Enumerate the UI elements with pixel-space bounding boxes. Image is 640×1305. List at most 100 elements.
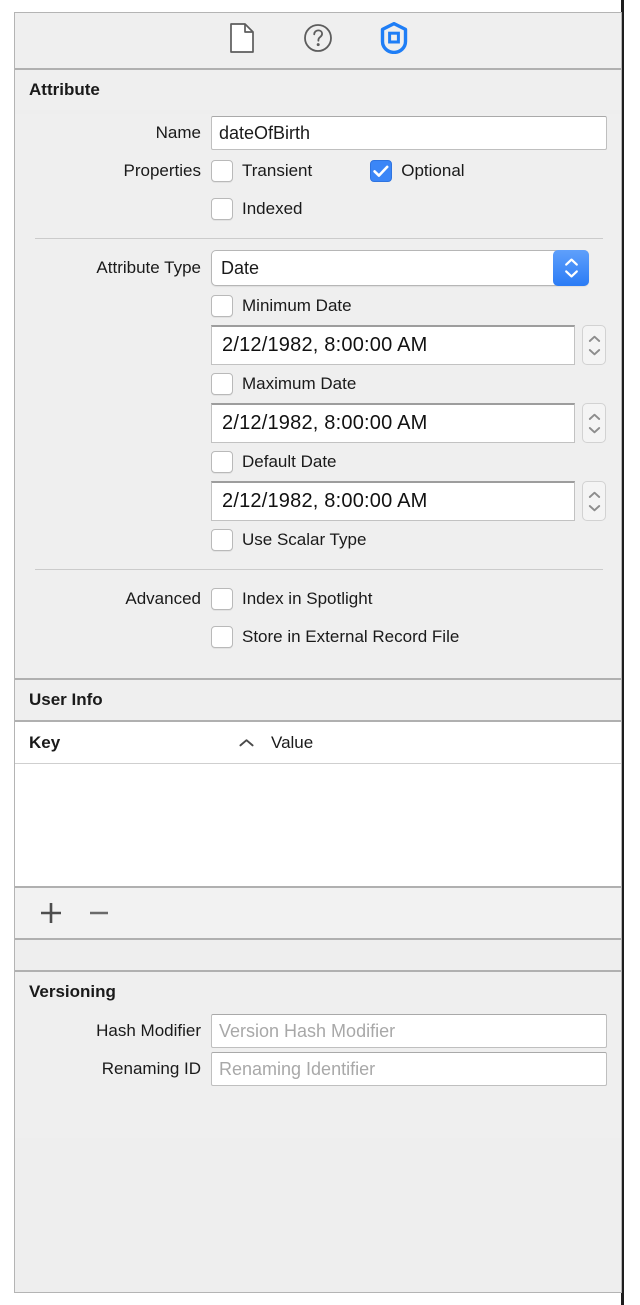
minimum-date-checkbox-item[interactable]: Minimum Date xyxy=(211,295,352,317)
attribute-section-body: Name dateOfBirth Properties Transient Op… xyxy=(15,114,621,678)
plus-icon xyxy=(38,900,64,926)
name-row: Name dateOfBirth xyxy=(15,114,621,152)
default-date-stepper[interactable] xyxy=(582,481,606,521)
index-in-spotlight-label: Index in Spotlight xyxy=(242,589,372,609)
default-date-checkbox-item[interactable]: Default Date xyxy=(211,451,337,473)
add-user-info-button[interactable] xyxy=(31,894,71,932)
stepper-down-icon xyxy=(588,504,601,512)
chevron-up-down-icon[interactable] xyxy=(553,250,589,286)
user-info-section-title: User Info xyxy=(29,690,103,710)
minimum-date-label: Minimum Date xyxy=(242,296,352,316)
default-date-input[interactable]: 2/12/1982, 8:00:00 AM xyxy=(211,481,575,521)
maximum-date-checkbox[interactable] xyxy=(211,373,233,395)
transient-checkbox-item[interactable]: Transient xyxy=(211,160,312,182)
use-scalar-type-checkbox[interactable] xyxy=(211,529,233,551)
user-info-table-header: Key Value xyxy=(15,720,621,764)
minimum-date-check-row: Minimum Date xyxy=(15,287,621,325)
document-icon xyxy=(229,23,255,58)
optional-label: Optional xyxy=(401,161,464,181)
minimum-date-input[interactable]: 2/12/1982, 8:00:00 AM xyxy=(211,325,575,365)
name-label: Name xyxy=(15,123,211,143)
optional-checkbox[interactable] xyxy=(370,160,392,182)
default-date-check-row: Default Date xyxy=(15,443,621,481)
advanced-spotlight-row: Advanced Index in Spotlight xyxy=(15,580,621,618)
maximum-date-field-row: 2/12/1982, 8:00:00 AM xyxy=(15,403,621,443)
advanced-external-record-row: Store in External Record File xyxy=(15,618,621,656)
maximum-date-checkbox-item[interactable]: Maximum Date xyxy=(211,373,356,395)
attribute-bottom-spacer xyxy=(15,656,621,674)
column-header-key[interactable]: Key xyxy=(15,733,225,753)
data-model-inspector-button[interactable] xyxy=(377,24,411,58)
use-scalar-type-checkbox-item[interactable]: Use Scalar Type xyxy=(211,529,366,551)
stepper-down-icon xyxy=(588,426,601,434)
versioning-section-body: Hash Modifier Version Hash Modifier Rena… xyxy=(15,1012,621,1138)
transient-checkbox[interactable] xyxy=(211,160,233,182)
attribute-divider-2 xyxy=(35,569,603,570)
store-external-record-label: Store in External Record File xyxy=(242,627,459,647)
default-date-value: 2/12/1982, 8:00:00 AM xyxy=(222,490,427,513)
optional-checkbox-item[interactable]: Optional xyxy=(370,160,464,182)
section-gap-strip xyxy=(15,940,621,972)
quick-help-inspector-button[interactable] xyxy=(301,24,335,58)
user-info-table-body[interactable] xyxy=(15,764,621,888)
versioning-section-header: Versioning xyxy=(15,972,621,1012)
stepper-up-icon xyxy=(588,335,601,343)
indexed-label: Indexed xyxy=(242,199,303,219)
attribute-type-popup[interactable]: Date xyxy=(211,250,589,286)
file-inspector-button[interactable] xyxy=(225,24,259,58)
renaming-id-label: Renaming ID xyxy=(15,1059,211,1079)
index-in-spotlight-checkbox-item[interactable]: Index in Spotlight xyxy=(211,588,372,610)
properties-label: Properties xyxy=(15,161,211,181)
attribute-section-title: Attribute xyxy=(29,80,100,100)
user-info-section-header: User Info xyxy=(15,680,621,720)
index-in-spotlight-checkbox[interactable] xyxy=(211,588,233,610)
attribute-type-label: Attribute Type xyxy=(15,258,211,278)
maximum-date-input[interactable]: 2/12/1982, 8:00:00 AM xyxy=(211,403,575,443)
maximum-date-value: 2/12/1982, 8:00:00 AM xyxy=(222,412,427,435)
properties-row: Properties Transient Optional xyxy=(15,152,621,190)
indexed-checkbox[interactable] xyxy=(211,198,233,220)
maximum-date-label: Maximum Date xyxy=(242,374,356,394)
default-date-checkbox[interactable] xyxy=(211,451,233,473)
attribute-type-row: Attribute Type Date xyxy=(15,249,621,287)
versioning-section-title: Versioning xyxy=(29,982,116,1002)
default-date-label: Default Date xyxy=(242,452,337,472)
default-date-field-row: 2/12/1982, 8:00:00 AM xyxy=(15,481,621,521)
minus-icon xyxy=(86,900,112,926)
name-input[interactable]: dateOfBirth xyxy=(211,116,607,150)
user-info-table-footer xyxy=(15,888,621,940)
indexed-checkbox-item[interactable]: Indexed xyxy=(211,198,303,220)
versioning-bottom-spacer xyxy=(15,1088,621,1134)
name-input-value: dateOfBirth xyxy=(219,123,310,144)
minimum-date-value: 2/12/1982, 8:00:00 AM xyxy=(222,334,427,357)
advanced-label: Advanced xyxy=(15,589,211,609)
transient-label: Transient xyxy=(242,161,312,181)
minimum-date-stepper[interactable] xyxy=(582,325,606,365)
attribute-section-header: Attribute xyxy=(15,70,621,110)
hash-modifier-label: Hash Modifier xyxy=(15,1021,211,1041)
renaming-id-input[interactable]: Renaming Identifier xyxy=(211,1052,607,1086)
store-external-record-checkbox-item[interactable]: Store in External Record File xyxy=(211,626,459,648)
renaming-id-row: Renaming ID Renaming Identifier xyxy=(15,1050,621,1088)
maximum-date-check-row: Maximum Date xyxy=(15,365,621,403)
data-model-icon xyxy=(379,22,409,59)
hash-modifier-input[interactable]: Version Hash Modifier xyxy=(211,1014,607,1048)
use-scalar-type-row: Use Scalar Type xyxy=(15,521,621,559)
minimum-date-field-row: 2/12/1982, 8:00:00 AM xyxy=(15,325,621,365)
remove-user-info-button[interactable] xyxy=(79,894,119,932)
sort-ascending-icon[interactable] xyxy=(225,738,267,748)
stepper-up-icon xyxy=(588,413,601,421)
attribute-type-value: Date xyxy=(212,258,259,279)
stepper-down-icon xyxy=(588,348,601,356)
question-circle-icon xyxy=(303,23,333,58)
inspector-toolbar xyxy=(15,13,621,70)
stepper-up-icon xyxy=(588,491,601,499)
column-header-value[interactable]: Value xyxy=(267,733,313,753)
store-external-record-checkbox[interactable] xyxy=(211,626,233,648)
hash-modifier-placeholder: Version Hash Modifier xyxy=(219,1021,395,1042)
attribute-divider-1 xyxy=(35,238,603,239)
minimum-date-checkbox[interactable] xyxy=(211,295,233,317)
renaming-id-placeholder: Renaming Identifier xyxy=(219,1059,375,1080)
use-scalar-type-label: Use Scalar Type xyxy=(242,530,366,550)
maximum-date-stepper[interactable] xyxy=(582,403,606,443)
